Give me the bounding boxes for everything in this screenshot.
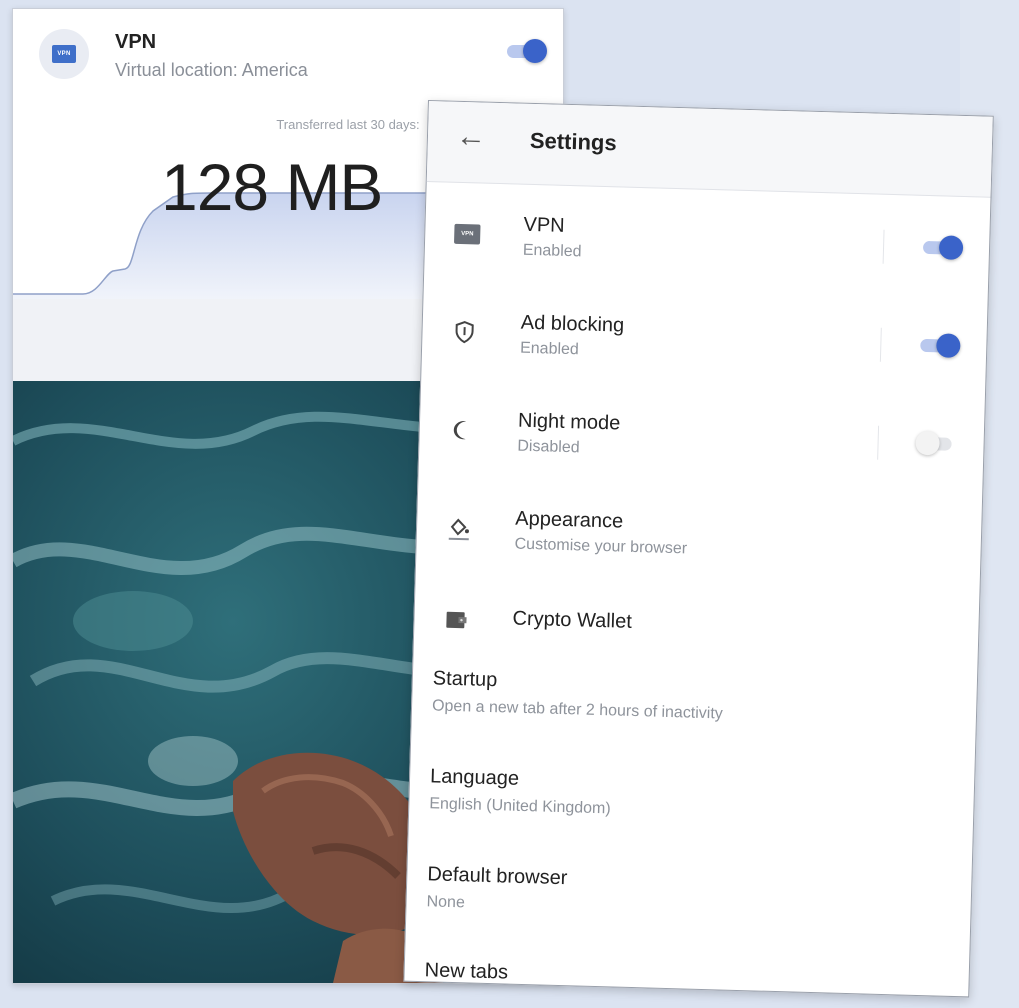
- settings-row-startup[interactable]: Startup Open a new tab after 2 hours of …: [432, 667, 977, 730]
- settings-row-label: VPN: [523, 213, 565, 237]
- vpn-icon: VPN: [453, 220, 482, 249]
- moon-icon: [447, 416, 476, 445]
- vpn-popup-toggle[interactable]: [505, 39, 547, 63]
- vpn-badge-icon: VPN: [39, 29, 89, 79]
- settings-row-status: Enabled: [522, 241, 582, 261]
- paint-bucket-icon: [445, 514, 474, 543]
- toggle-knob: [523, 39, 547, 63]
- settings-header: ← Settings: [426, 101, 993, 198]
- settings-row-sub: Customise your browser: [514, 535, 688, 558]
- transfer-value: 128 MB: [161, 150, 383, 224]
- settings-row-label: Ad blocking: [520, 311, 625, 337]
- back-arrow-icon[interactable]: ←: [456, 120, 487, 154]
- vpn-popup-title: VPN: [115, 31, 157, 53]
- ad-blocking-toggle[interactable]: [918, 333, 961, 358]
- toggle-knob: [936, 333, 961, 358]
- settings-panel: ← Settings VPN VPN Enabled Ad blocking E…: [403, 100, 994, 998]
- vpn-toggle[interactable]: [921, 235, 964, 260]
- shield-icon: [450, 318, 479, 347]
- settings-row-label: Night mode: [517, 409, 621, 435]
- settings-row-label: Appearance: [515, 507, 624, 533]
- vpn-virtual-location: Virtual location: America: [115, 60, 308, 80]
- settings-row-crypto-wallet[interactable]: Crypto Wallet: [414, 597, 979, 653]
- night-mode-toggle[interactable]: [915, 430, 958, 456]
- settings-row-status: Enabled: [519, 339, 580, 359]
- wallet-icon: [442, 606, 471, 635]
- vpn-badge-glyph: VPN: [52, 45, 76, 63]
- row-divider: [877, 425, 880, 460]
- settings-row-status: Disabled: [517, 437, 580, 457]
- settings-row-vpn[interactable]: VPN VPN Enabled: [425, 211, 990, 277]
- settings-row-appearance[interactable]: Appearance Customise your browser: [416, 505, 981, 571]
- toggle-knob: [938, 235, 964, 260]
- settings-row-default-browser[interactable]: Default browser None: [426, 863, 971, 926]
- settings-row-language[interactable]: Language English (United Kingdom): [429, 765, 974, 828]
- toggle-knob: [915, 430, 940, 456]
- settings-row-ad-blocking[interactable]: Ad blocking Enabled: [422, 309, 987, 375]
- settings-row-night-mode[interactable]: Night mode Disabled: [419, 407, 984, 473]
- settings-row-label: Crypto Wallet: [512, 607, 633, 633]
- row-divider: [879, 327, 882, 362]
- row-divider: [882, 229, 885, 264]
- settings-title: Settings: [529, 127, 618, 156]
